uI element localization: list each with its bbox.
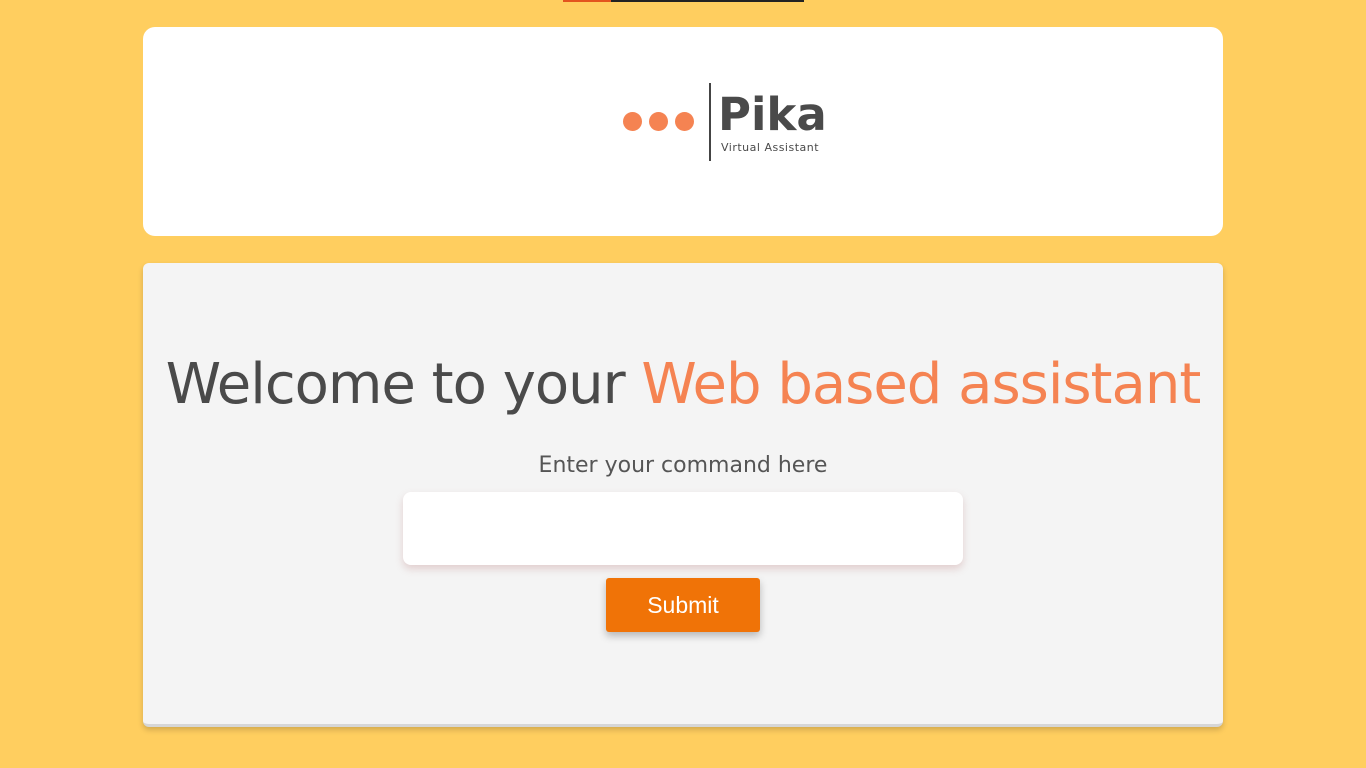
logo-dot-icon — [675, 112, 694, 131]
logo-dot-icon — [649, 112, 668, 131]
welcome-heading-accent: Web based assistant — [641, 352, 1201, 417]
logo-name: Pika — [718, 88, 827, 141]
logo-dot-icon — [623, 112, 642, 131]
welcome-heading: Welcome to your Web based assistant — [143, 347, 1223, 423]
top-progress-bar-accent — [563, 0, 611, 2]
main-card: Welcome to your Web based assistant Ente… — [143, 263, 1223, 727]
submit-button[interactable]: Submit — [606, 578, 760, 632]
welcome-heading-prefix: Welcome to your — [165, 352, 642, 417]
logo-subtitle: Virtual Assistant — [721, 141, 820, 154]
logo-divider — [709, 83, 711, 161]
pika-logo: Pika Virtual Assistant — [621, 83, 861, 163]
logo-card: Pika Virtual Assistant — [143, 27, 1223, 236]
command-label: Enter your command here — [538, 453, 828, 478]
top-progress-bar — [563, 0, 804, 2]
command-input[interactable] — [403, 492, 963, 565]
